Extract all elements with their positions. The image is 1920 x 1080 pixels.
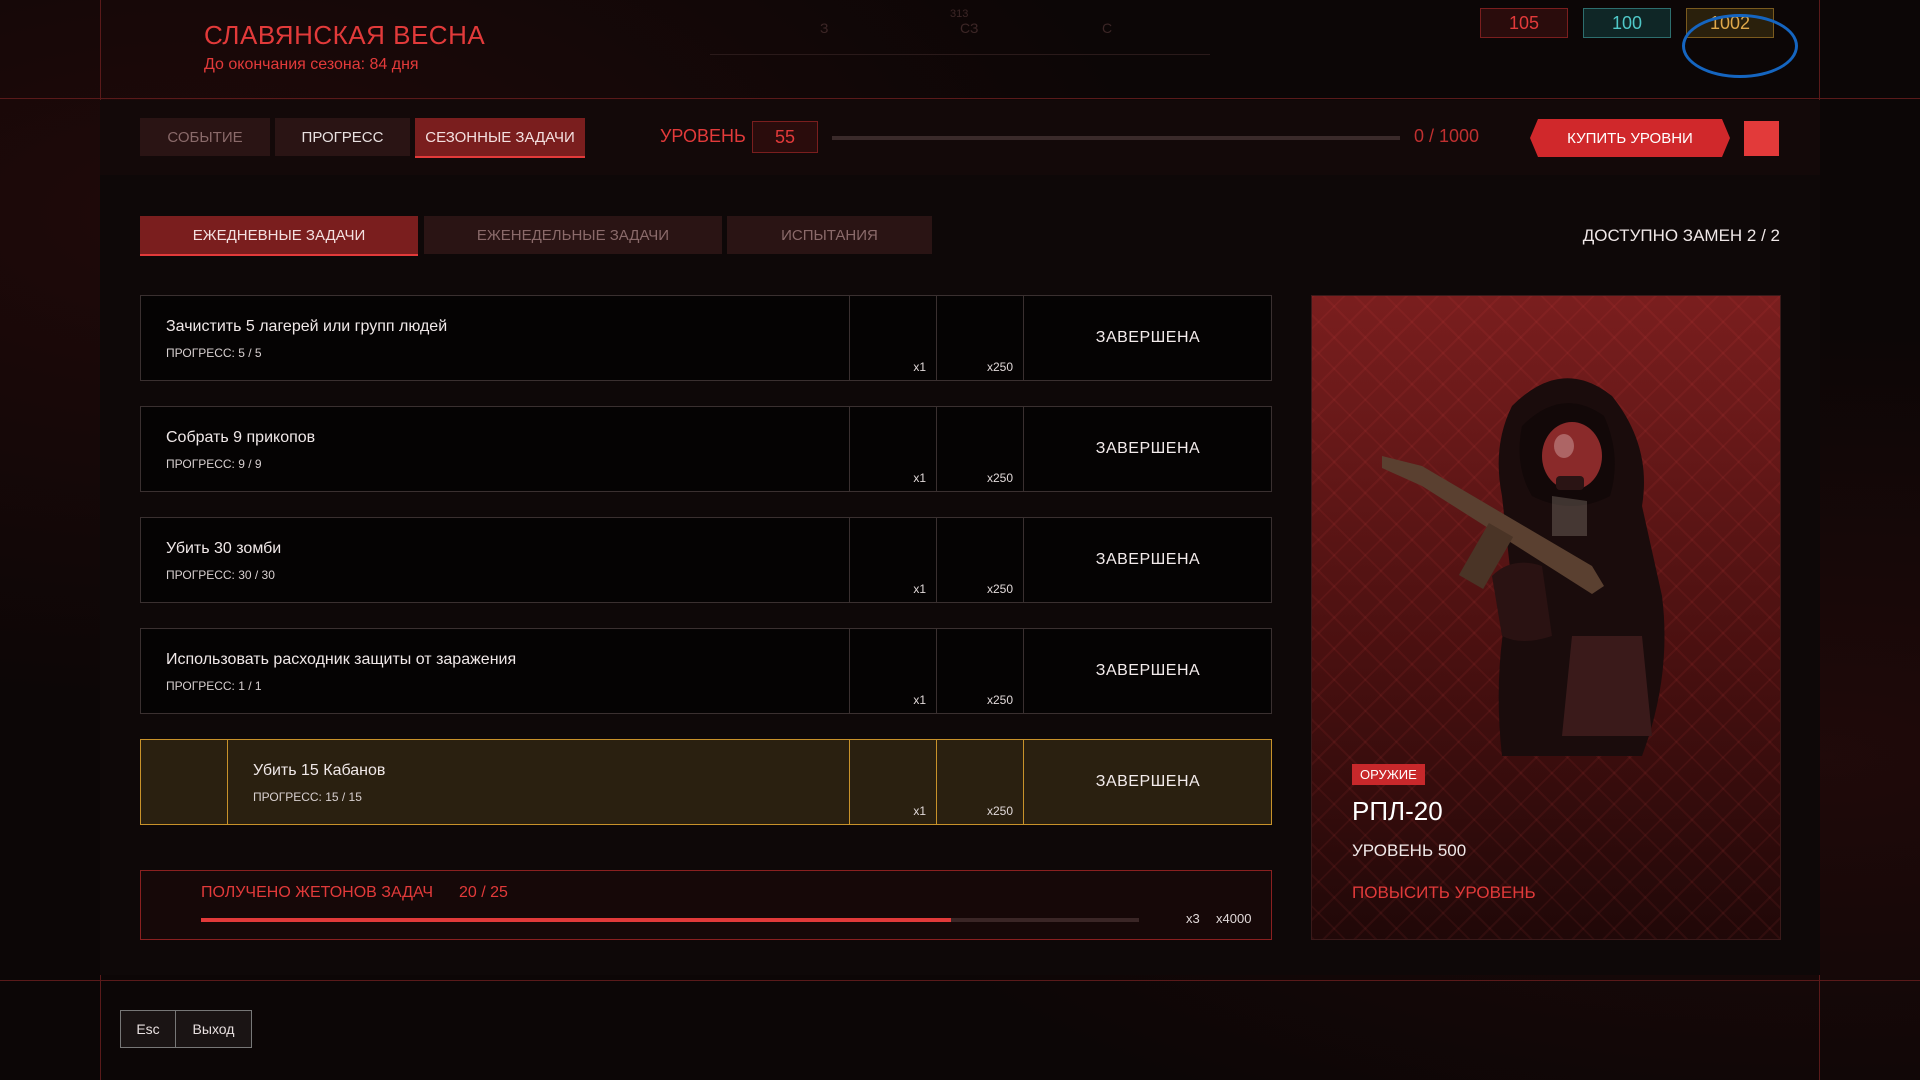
- season-countdown: До окончания сезона: 84 дня: [204, 56, 419, 73]
- task-name: Собрать 9 прикопов: [166, 429, 316, 446]
- subtab-daily[interactable]: ЕЖЕДНЕВНЫЕ ЗАДАЧИ: [140, 216, 418, 256]
- swaps-available: ДОСТУПНО ЗАМЕН 2 / 2: [1582, 226, 1780, 245]
- level-progress-bar: [832, 136, 1400, 140]
- tab-season-tasks[interactable]: СЕЗОННЫЕ ЗАДАЧИ: [415, 118, 585, 158]
- level-label: УРОВЕНЬ: [660, 126, 746, 146]
- task-tokens-panel: ПОЛУЧЕНО ЖЕТОНОВ ЗАДАЧ 20 / 25 x3 x4000: [140, 870, 1272, 940]
- task-reward-slot: x250: [936, 296, 1023, 380]
- currency-red: 105: [1480, 8, 1568, 38]
- extra-action-button[interactable]: [1744, 121, 1779, 156]
- task-status: ЗАВЕРШЕНА: [1023, 518, 1272, 602]
- tokens-progress-fill: [201, 918, 952, 922]
- reward-qty: x250: [986, 360, 1013, 374]
- tab-event[interactable]: СОБЫТИЕ: [140, 118, 270, 156]
- task-progress: ПРОГРЕСС: 15 / 15: [253, 790, 362, 804]
- compass: З 313 СЗ С: [710, 8, 1210, 58]
- esc-key-label: Esc: [121, 1011, 176, 1047]
- frame-line-top: [0, 98, 1920, 99]
- reward-qty: x250: [986, 804, 1013, 818]
- task-status: ЗАВЕРШЕНА: [1023, 407, 1272, 491]
- subtab-challenges[interactable]: ИСПЫТАНИЯ: [727, 216, 932, 254]
- reward-card[interactable]: ОРУЖИЕ РПЛ-20 УРОВЕНЬ 500 ПОВЫСИТЬ УРОВЕ…: [1311, 295, 1781, 940]
- level-value: 55: [752, 121, 818, 153]
- task-row[interactable]: Убить 30 зомби ПРОГРЕСС: 30 / 30 x1 x250…: [140, 517, 1272, 603]
- season-title: СЛАВЯНСКАЯ ВЕСНА: [204, 20, 486, 50]
- reward-qty: x250: [986, 693, 1013, 707]
- task-progress: ПРОГРЕСС: 9 / 9: [166, 457, 262, 471]
- task-reward-slot: x1: [849, 740, 936, 824]
- character-with-rifle-image: [1382, 378, 1665, 756]
- reward-type-badge: ОРУЖИЕ: [1352, 764, 1425, 785]
- compass-northwest: СЗ: [960, 20, 979, 36]
- compass-west: З: [820, 20, 829, 36]
- task-row[interactable]: Зачистить 5 лагерей или групп людей ПРОГ…: [140, 295, 1272, 381]
- task-row[interactable]: Собрать 9 прикопов ПРОГРЕСС: 9 / 9 x1 x2…: [140, 406, 1272, 492]
- task-status: ЗАВЕРШЕНА: [1023, 740, 1272, 824]
- level-progress-text: 0 / 1000: [1414, 126, 1480, 146]
- frame-line-bottom: [0, 980, 1920, 981]
- reward-qty: x1: [913, 804, 926, 818]
- task-progress: ПРОГРЕСС: 1 / 1: [166, 679, 262, 693]
- reward-qty: x250: [986, 471, 1013, 485]
- tokens-value: 20 / 25: [459, 884, 508, 901]
- task-name: Убить 30 зомби: [166, 540, 282, 557]
- task-reward-slot: x250: [936, 518, 1023, 602]
- task-row-highlighted[interactable]: Убить 15 Кабанов ПРОГРЕСС: 15 / 15 x1 x2…: [140, 739, 1272, 825]
- task-reward-slot: x250: [936, 740, 1023, 824]
- task-reward-slot: x1: [849, 629, 936, 713]
- tokens-progress-bar: [201, 918, 1139, 922]
- upgrade-level-link[interactable]: ПОВЫСИТЬ УРОВЕНЬ: [1352, 883, 1536, 903]
- reward-qty: x1: [913, 693, 926, 707]
- reward-level: УРОВЕНЬ 500: [1352, 841, 1467, 860]
- task-status: ЗАВЕРШЕНА: [1023, 629, 1272, 713]
- task-reward-slot: x1: [849, 518, 936, 602]
- task-name: Использовать расходник защиты от заражен…: [166, 651, 517, 668]
- task-status: ЗАВЕРШЕНА: [1023, 296, 1272, 380]
- task-reward-slot: x1: [849, 296, 936, 380]
- exit-label: Выход: [192, 1021, 235, 1037]
- currency-teal: 100: [1583, 8, 1671, 38]
- task-name: Убить 15 Кабанов: [253, 762, 386, 779]
- compass-north: С: [1102, 20, 1113, 36]
- tab-progress[interactable]: ПРОГРЕСС: [275, 118, 410, 156]
- task-progress: ПРОГРЕСС: 5 / 5: [166, 346, 262, 360]
- reward-qty: x1: [913, 360, 926, 374]
- exit-button[interactable]: Esc Выход: [120, 1010, 252, 1048]
- task-reward-slot: x250: [936, 407, 1023, 491]
- reward-qty: x250: [986, 582, 1013, 596]
- subtab-weekly[interactable]: ЕЖЕНЕДЕЛЬНЫЕ ЗАДАЧИ: [424, 216, 722, 254]
- tokens-reward-qty: x4000: [1216, 911, 1252, 926]
- compass-bar: [710, 54, 1210, 55]
- reward-weapon-name: РПЛ-20: [1352, 796, 1443, 826]
- tokens-label: ПОЛУЧЕНО ЖЕТОНОВ ЗАДАЧ: [201, 884, 434, 901]
- tokens-reward-qty: x3: [1186, 911, 1200, 926]
- buy-levels-button[interactable]: КУПИТЬ УРОВНИ: [1530, 119, 1730, 157]
- highlight-circle-annotation: [1682, 14, 1798, 78]
- task-icon-slot: [141, 740, 228, 824]
- task-reward-slot: x1: [849, 407, 936, 491]
- reward-qty: x1: [913, 582, 926, 596]
- compass-heading: 313: [950, 8, 969, 20]
- task-row[interactable]: Использовать расходник защиты от заражен…: [140, 628, 1272, 714]
- task-reward-slot: x250: [936, 629, 1023, 713]
- reward-qty: x1: [913, 471, 926, 485]
- task-progress: ПРОГРЕСС: 30 / 30: [166, 568, 275, 582]
- task-name: Зачистить 5 лагерей или групп людей: [166, 318, 448, 335]
